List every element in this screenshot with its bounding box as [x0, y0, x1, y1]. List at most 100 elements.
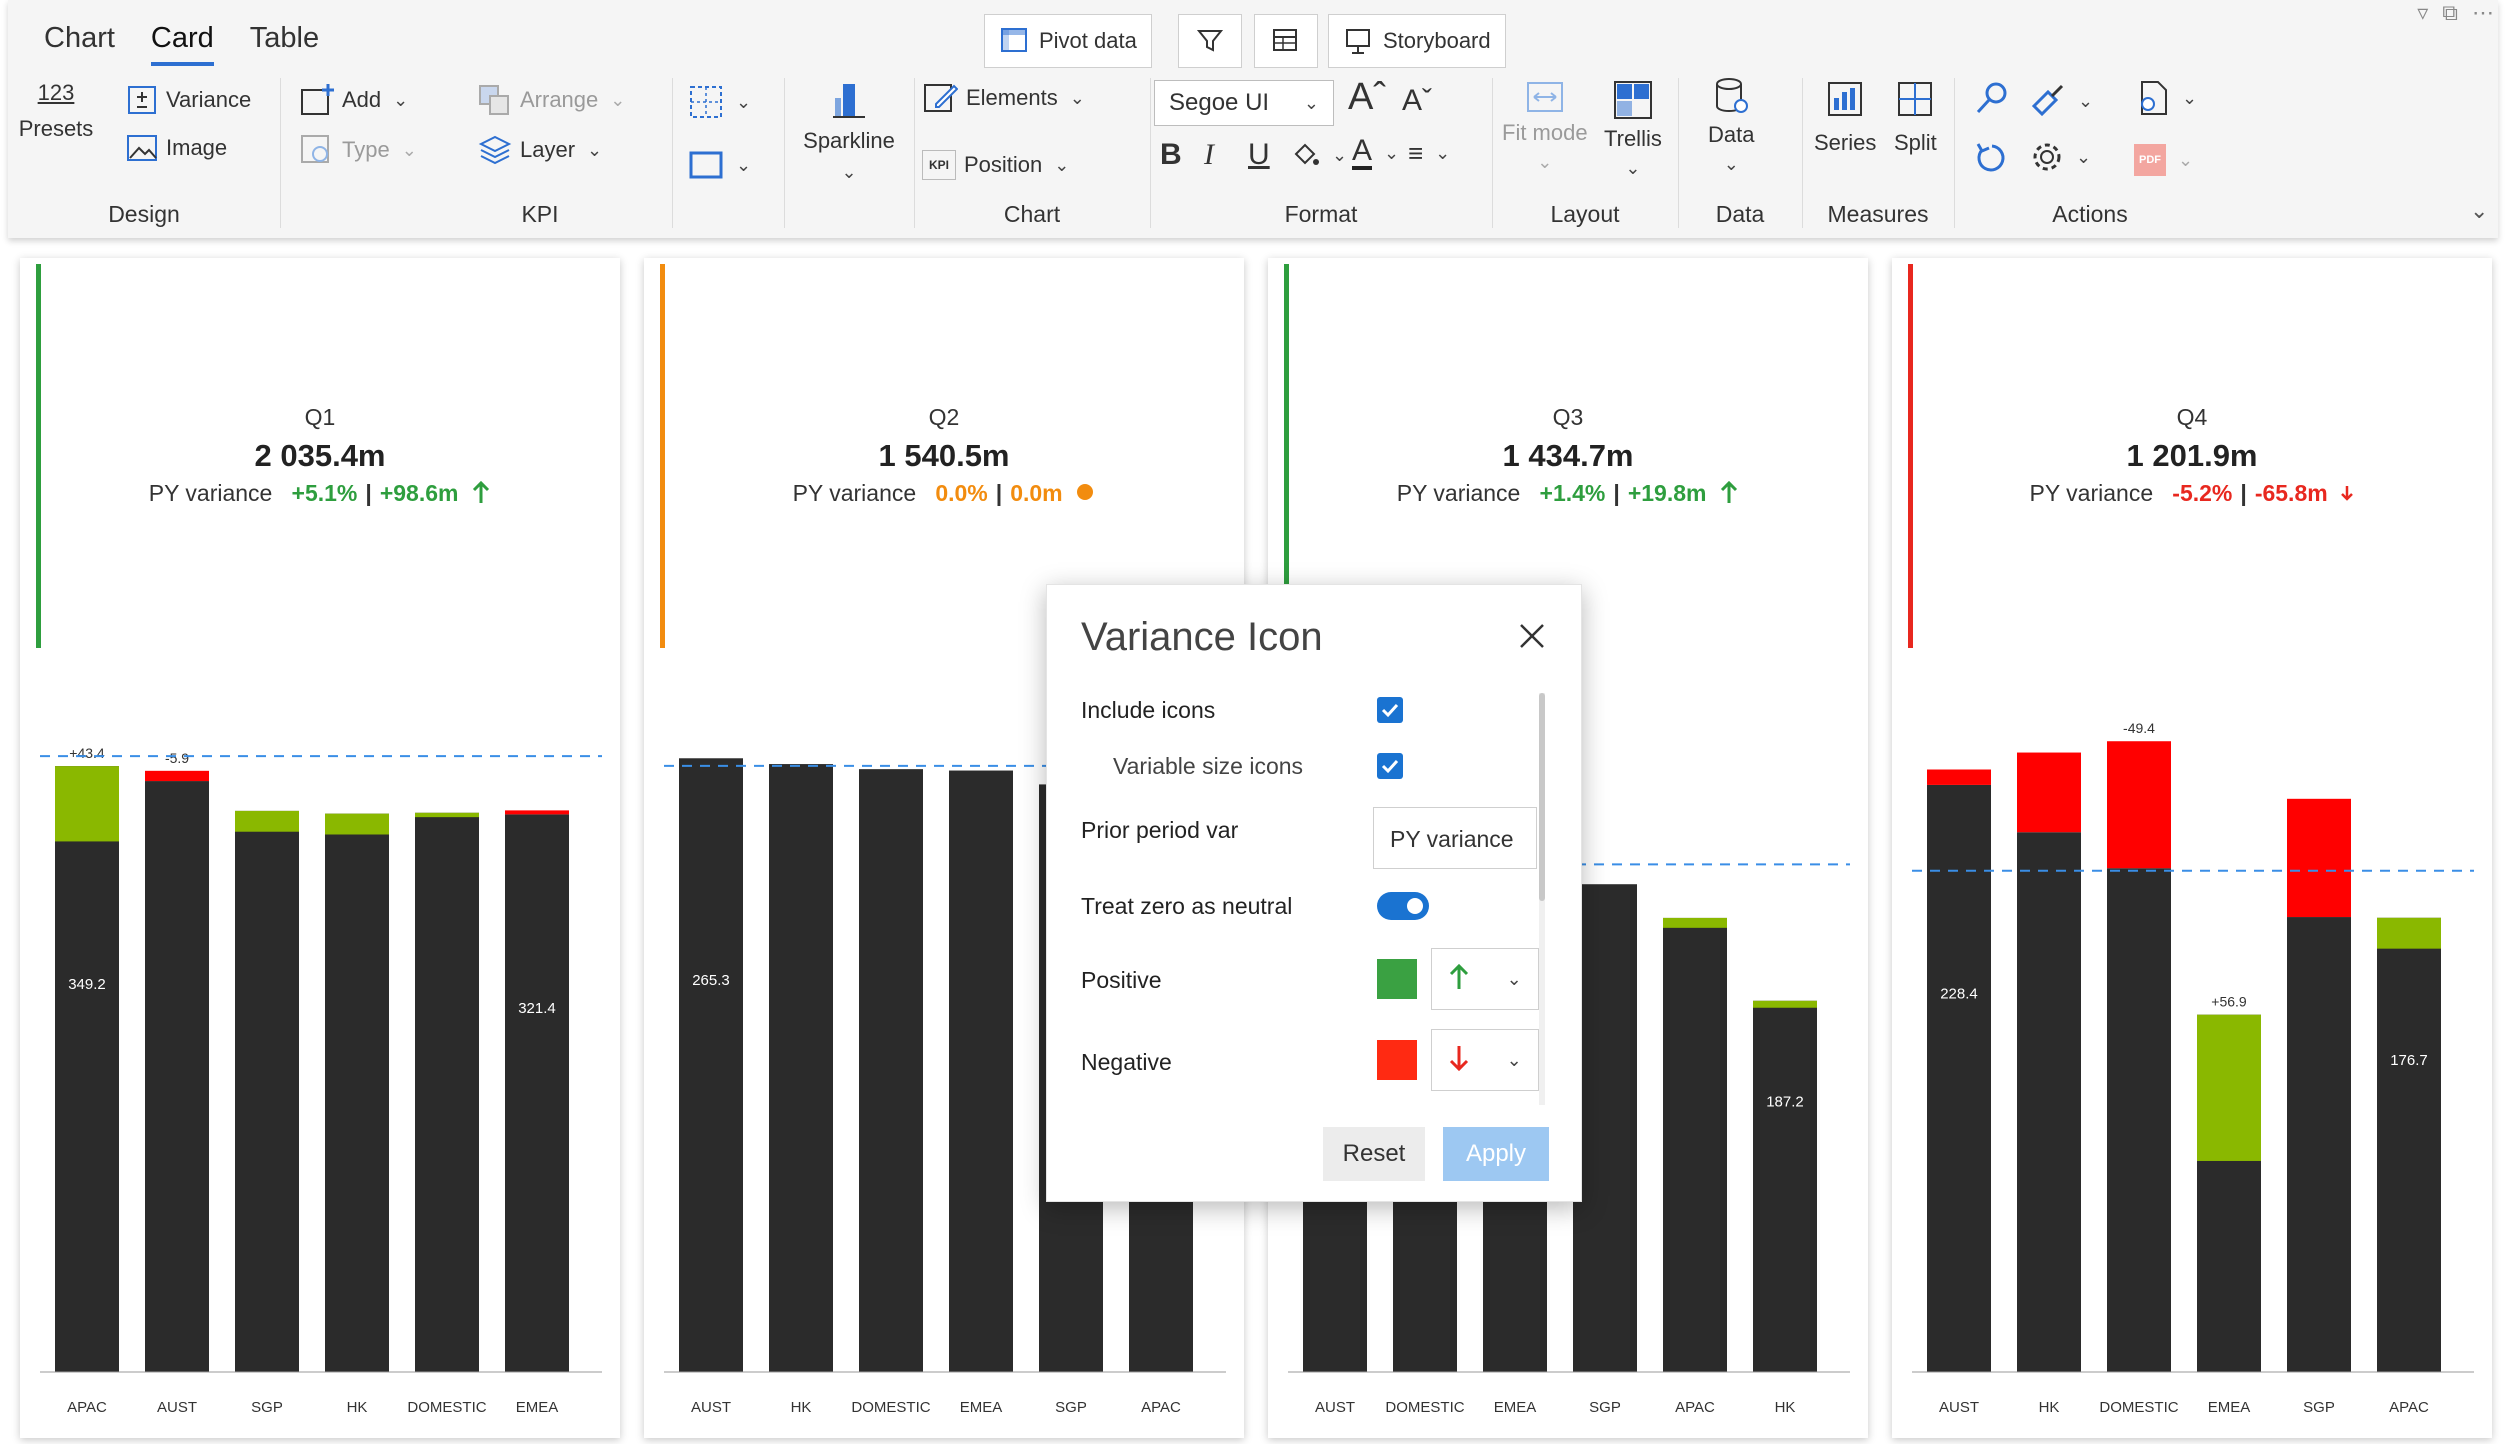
kpi-card[interactable]: Q1 2 035.4m PY variance +5.1% | +98.6m APAC 3… [20, 258, 620, 1438]
bar-value-label: 265.3 [692, 972, 730, 989]
variance-label: PY variance [792, 480, 917, 506]
table-edit-icon [1271, 26, 1301, 56]
more-icon[interactable]: ⋯ [2472, 0, 2494, 26]
chart-group: Chart [914, 74, 1150, 234]
category-label: EMEA [2208, 1399, 2251, 1416]
design-group: Design [8, 74, 280, 234]
variance-bar-positive [2377, 917, 2441, 949]
variance-percent: +1.4% [1539, 480, 1606, 507]
card-value: 1 540.5m [878, 438, 1010, 473]
variance-bar-positive [415, 812, 479, 818]
category-label: AUST [1315, 1399, 1355, 1416]
card-value: 1 201.9m [2126, 438, 2258, 473]
variance-separator: | [365, 480, 372, 507]
chevron-down-icon: ⌄ [2470, 198, 2489, 223]
category-label: HK [791, 1399, 812, 1416]
variance-value-label: +43.4 [69, 745, 105, 761]
prior-period-label: Prior period var [1081, 817, 1239, 843]
variance-bar-positive [235, 810, 299, 832]
pivot-data-button[interactable]: Pivot data [984, 14, 1152, 68]
card-variance: PY variance +5.1% | +98.6m [20, 480, 620, 510]
category-label: HK [347, 1399, 368, 1416]
category-label: SGP [1055, 1399, 1087, 1416]
treat-zero-toggle[interactable] [1377, 892, 1429, 920]
negative-color-swatch[interactable] [1377, 1040, 1417, 1080]
chart-bar [1573, 884, 1637, 1372]
selection-grid-icon [688, 84, 724, 120]
chart-group-label: Chart [1003, 201, 1061, 227]
chart-bar [679, 758, 743, 1372]
pivot-data-label: Pivot data [1039, 28, 1137, 53]
chart-bar [325, 813, 389, 1372]
variance-separator: | [1613, 480, 1620, 507]
chart-bar [1753, 1000, 1817, 1372]
card-bar-chart: APAC 349.2 +43.4 AUST -5.9 SGP HK DOMESTIC EMEA 3… [20, 638, 620, 1438]
data-group: Data [1678, 74, 1802, 234]
card-quarter: Q1 [304, 404, 336, 430]
storyboard-label: Storyboard [1383, 28, 1491, 53]
chevron-down-icon: ⌄ [841, 162, 857, 182]
filter-icon[interactable]: ▿ [2417, 0, 2428, 26]
variance-icon-dialog: Variance Icon Include icons Variable siz… [1046, 584, 1582, 1202]
variance-bar-positive [55, 766, 119, 842]
collapse-ribbon-button[interactable]: ⌄ [2470, 198, 2488, 224]
category-label: DOMESTIC [407, 1399, 486, 1416]
bar-value-label: 228.4 [1940, 985, 1978, 1002]
expand-icon[interactable]: ⧉ [2442, 0, 2458, 26]
dialog-scrollbar[interactable] [1539, 693, 1545, 1105]
category-label: AUST [157, 1399, 197, 1416]
storyboard-icon [1343, 26, 1373, 56]
category-label: APAC [1141, 1399, 1181, 1416]
selection-button[interactable]: ⌄ [688, 84, 751, 120]
kpi-group-label: KPI [521, 201, 559, 227]
category-label: SGP [2303, 1399, 2335, 1416]
variance-bar-negative [505, 810, 569, 815]
tab-table[interactable]: Table [232, 18, 337, 66]
variable-size-checkbox[interactable] [1377, 753, 1403, 779]
sparkline-button[interactable]: Sparkline ⌄ [794, 80, 904, 183]
bar-value-label: 176.7 [2390, 1052, 2428, 1069]
variance-absolute: 0.0m [1010, 480, 1063, 506]
card-variance: PY variance +1.4% | +19.8m [1268, 480, 1868, 510]
filter-gear-icon [1195, 26, 1225, 56]
positive-icon-select[interactable]: ⌄ [1431, 948, 1539, 1010]
tab-chart[interactable]: Chart [26, 18, 133, 66]
bar-value-label: 321.4 [518, 1000, 556, 1017]
tab-card[interactable]: Card [133, 18, 232, 66]
table-edit-button[interactable] [1254, 14, 1318, 68]
chart-svg: AUST 228.4 HK DOMESTIC -49.4 EMEA +56.9 SGP APAC… [1912, 720, 2474, 1416]
variance-value-label: -49.4 [2123, 720, 2155, 736]
storyboard-button[interactable]: Storyboard [1328, 14, 1506, 68]
reset-button[interactable]: Reset [1323, 1127, 1425, 1181]
category-label: DOMESTIC [2099, 1399, 2178, 1416]
card-value: 2 035.4m [254, 438, 386, 473]
category-label: EMEA [1494, 1399, 1537, 1416]
positive-label: Positive [1081, 967, 1162, 993]
treat-zero-label: Treat zero as neutral [1081, 893, 1293, 919]
include-icons-checkbox[interactable] [1377, 697, 1403, 723]
prior-period-input[interactable]: PY variance [1373, 807, 1537, 869]
chart-svg: APAC 349.2 +43.4 AUST -5.9 SGP HK DOMESTIC EMEA 3… [40, 745, 602, 1416]
category-label: SGP [1589, 1399, 1621, 1416]
card-variance: PY variance 0.0% | 0.0m [644, 480, 1244, 508]
chart-bar [949, 770, 1013, 1372]
variance-bar-negative [145, 770, 209, 782]
chart-bar [2017, 832, 2081, 1372]
border-button[interactable]: ⌄ [688, 150, 751, 180]
positive-color-swatch[interactable] [1377, 959, 1417, 999]
category-label: AUST [691, 1399, 731, 1416]
actions-group-label: Actions [2052, 201, 2128, 227]
kpi-card[interactable]: Q4 1 201.9m PY variance -5.2% | -65.8m AUST 2… [1892, 258, 2492, 1438]
design-group-label: Design [108, 201, 180, 227]
variance-bar-negative [2017, 752, 2081, 833]
negative-icon-select[interactable]: ⌄ [1431, 1029, 1539, 1091]
card-value: 1 434.7m [1502, 438, 1634, 473]
close-icon[interactable] [1517, 621, 1547, 651]
chart-bar [2287, 917, 2351, 1372]
apply-button[interactable]: Apply [1443, 1127, 1549, 1181]
filter-settings-button[interactable] [1178, 14, 1242, 68]
chevron-down-icon: ⌄ [736, 154, 752, 175]
category-label: DOMESTIC [851, 1399, 930, 1416]
category-label: DOMESTIC [1385, 1399, 1464, 1416]
category-label: AUST [1939, 1399, 1979, 1416]
